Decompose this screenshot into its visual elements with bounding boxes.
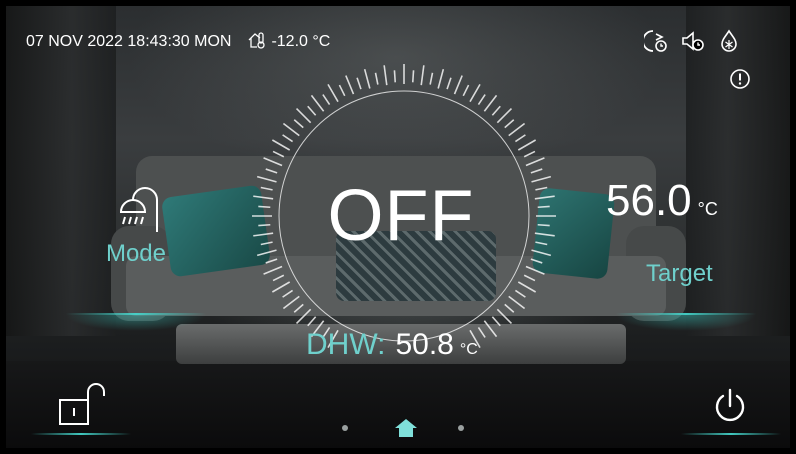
dial-tick <box>411 70 415 83</box>
dial-tick <box>282 122 300 137</box>
dial-tick <box>282 134 294 143</box>
target-temp-value: 56.0 <box>606 176 692 225</box>
dial-tick <box>420 65 425 86</box>
dial-tick <box>253 195 274 200</box>
dial-tick <box>310 94 325 112</box>
dial-tick <box>537 205 550 209</box>
page-indicator <box>336 418 476 438</box>
dial-tick <box>363 68 371 89</box>
dial-tick <box>531 175 552 183</box>
target-underline-glow <box>616 315 756 331</box>
dial-tick <box>534 195 555 200</box>
unlock-icon <box>52 382 110 433</box>
mode-label: Mode <box>105 240 167 267</box>
dial-tick <box>265 258 278 264</box>
dial-tick <box>477 326 486 338</box>
dial-tick <box>260 241 273 246</box>
dial-tick <box>517 281 537 293</box>
dial-tick <box>383 65 388 86</box>
dial-tick <box>338 84 346 97</box>
lock-button[interactable] <box>50 382 112 432</box>
dial-tick <box>307 105 317 116</box>
dhw-temperature: DHW: 50.8 °C <box>306 328 478 362</box>
dial-tick <box>263 265 283 275</box>
dial-tick <box>437 68 445 89</box>
dial-tick <box>537 223 550 227</box>
dial-tick <box>534 232 555 237</box>
dial-tick <box>282 289 294 298</box>
dhw-value: 50.8 <box>395 328 454 361</box>
heat-pump-home-screen: 07 NOV 2022 18:43:30 MON -12.0 °C OFF Mo… <box>6 6 790 448</box>
dial-tick <box>504 119 515 129</box>
dial-tick <box>525 157 545 167</box>
dial-tick <box>293 119 304 129</box>
dial-tick <box>508 122 526 137</box>
dial-tick <box>345 75 355 95</box>
dial-tick <box>256 249 277 257</box>
dial-tick <box>322 94 331 106</box>
mode-underline-glow <box>66 315 206 331</box>
dial-tick <box>453 75 463 95</box>
dial-tick <box>258 205 271 209</box>
dial-tick <box>446 77 452 90</box>
dial-tick <box>253 232 274 237</box>
dhw-label: DHW: <box>306 328 386 361</box>
dial-tick <box>491 316 501 327</box>
target-temp-unit: °C <box>697 199 718 219</box>
dial-tick <box>530 168 543 174</box>
dial-tick <box>260 186 273 191</box>
dial-tick <box>258 223 271 227</box>
dial-tick <box>293 303 304 313</box>
target-label: Target <box>646 260 713 287</box>
dial-tick <box>477 94 486 106</box>
dial-tick <box>535 241 548 246</box>
target-temperature[interactable]: 56.0 °C Target <box>606 176 766 287</box>
dial-tick <box>462 84 470 97</box>
dial-tick <box>429 72 434 85</box>
dial-tick <box>271 139 291 151</box>
dial-tick <box>256 175 277 183</box>
dial-tick <box>327 83 339 103</box>
dial-tick <box>523 274 536 282</box>
dial-tick <box>496 308 513 325</box>
dial-tick <box>530 258 543 264</box>
dial-tick <box>514 134 526 143</box>
dial-tick <box>271 281 291 293</box>
lock-underline <box>31 433 131 435</box>
dial-tick <box>295 308 312 325</box>
dial-tick <box>525 265 545 275</box>
power-icon <box>710 386 750 431</box>
dial-tick <box>491 105 501 116</box>
dial-tick <box>272 274 285 282</box>
dial-tick <box>496 107 513 124</box>
dial-tick <box>356 77 362 90</box>
dial-tick <box>469 83 481 103</box>
dial-tick <box>265 168 278 174</box>
dial-tick <box>282 295 300 310</box>
power-state-display[interactable]: OFF <box>306 176 496 256</box>
dial-tick <box>483 94 498 112</box>
dial-tick <box>531 249 552 257</box>
dhw-unit: °C <box>459 341 478 358</box>
dial-tick <box>307 316 317 327</box>
dial-tick <box>535 186 548 191</box>
dial-tick <box>263 157 283 167</box>
shower-icon <box>91 186 181 234</box>
dial-tick <box>504 303 515 313</box>
page-dot[interactable] <box>458 425 464 431</box>
dial-tick <box>272 150 285 158</box>
power-underline <box>681 433 781 435</box>
dial-tick <box>517 139 537 151</box>
power-button[interactable] <box>706 384 754 432</box>
dial-tick <box>295 107 312 124</box>
dial-tick <box>483 320 498 338</box>
mode-button[interactable]: Mode <box>91 186 181 268</box>
home-icon[interactable] <box>394 418 418 443</box>
dial-tick <box>508 295 526 310</box>
dial-tick <box>374 72 379 85</box>
page-dot[interactable] <box>342 425 348 431</box>
dial-tick <box>523 150 536 158</box>
dial-tick <box>393 70 397 83</box>
dial-tick <box>514 289 526 298</box>
